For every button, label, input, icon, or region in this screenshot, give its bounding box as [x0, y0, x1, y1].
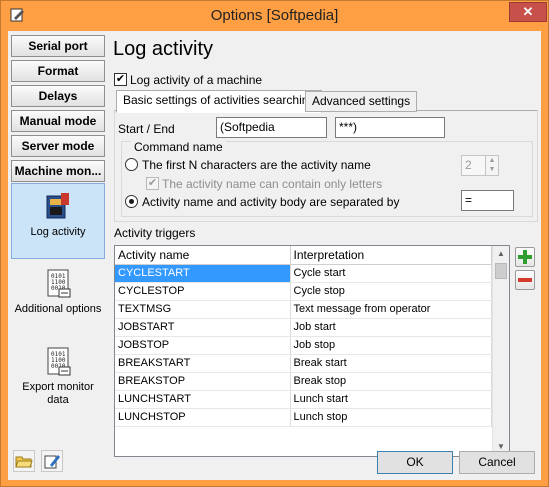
log-activity-checkbox[interactable]: ✔ [114, 73, 127, 86]
nav-server-mode[interactable]: Server mode [11, 135, 105, 157]
letters-only-label: The activity name can contain only lette… [162, 177, 383, 191]
first-n-chars-label: The first N characters are the activity … [142, 158, 371, 172]
activity-name-cell[interactable]: JOBSTART [115, 318, 291, 337]
activity-name-cell[interactable]: CYCLESTOP [115, 282, 291, 301]
tab-advanced-settings[interactable]: Advanced settings [305, 91, 418, 112]
activity-name-cell[interactable]: LUNCHSTART [115, 390, 291, 409]
nav-machine-monitor[interactable]: Machine mon... [11, 160, 105, 182]
binary-document-icon: 0101 1100 0010 [47, 269, 71, 298]
minus-icon [518, 278, 532, 282]
options-client-area: Serial port Format Delays Manual mode Se… [8, 31, 541, 480]
cancel-button[interactable]: Cancel [459, 451, 535, 474]
plus-icon [518, 250, 532, 264]
interpretation-cell[interactable]: Text message from operator [290, 300, 492, 319]
interpretation-cell[interactable]: Break start [290, 354, 492, 373]
page-title: Log activity [113, 38, 214, 60]
table-row[interactable]: TEXTMSG Text message from operator [115, 300, 492, 319]
close-button[interactable]: ✕ [509, 2, 547, 22]
nav-export-monitor-data[interactable]: 0101 1100 0010 Export monitor data [11, 339, 105, 415]
nav-manual-mode[interactable]: Manual mode [11, 110, 105, 132]
table-row[interactable]: CYCLESTART Cycle start [115, 264, 492, 283]
activity-name-cell[interactable]: TEXTMSG [115, 300, 291, 319]
binary-export-icon: 0101 1100 0010 [47, 347, 71, 376]
activity-name-cell[interactable]: JOBSTOP [115, 336, 291, 355]
scrollbar-thumb[interactable] [495, 263, 507, 279]
tab-basic-settings[interactable]: Basic settings of activities searching [116, 90, 323, 113]
add-trigger-button[interactable] [515, 247, 535, 267]
activity-triggers-table[interactable]: Activity name Interpretation CYCLESTART C… [114, 245, 510, 457]
start-end-label: Start / End [118, 122, 175, 136]
start-marker-field[interactable]: (Softpedia [216, 117, 327, 138]
table-row[interactable]: BREAKSTOP Break stop [115, 372, 492, 391]
activity-name-cell[interactable]: BREAKSTART [115, 354, 291, 373]
interpretation-cell[interactable]: Job start [290, 318, 492, 337]
table-row[interactable]: CYCLESTOP Cycle stop [115, 282, 492, 301]
separator-radio[interactable] [125, 195, 138, 208]
nav-export-monitor-data-label: Export monitor data [22, 381, 94, 406]
nav-log-activity[interactable]: Log activity [11, 183, 105, 259]
options-window: Options [Softpedia] ✕ Serial port Format… [0, 0, 549, 487]
letters-only-checkbox[interactable]: ✔ [146, 177, 159, 190]
nav-additional-options[interactable]: 0101 1100 0010 Additional options [11, 261, 105, 337]
log-activity-checkbox-label: Log activity of a machine [130, 73, 263, 87]
column-activity-name[interactable]: Activity name [115, 246, 291, 265]
remove-trigger-button[interactable] [515, 270, 535, 290]
table-row[interactable]: BREAKSTART Break start [115, 354, 492, 373]
nav-log-activity-label: Log activity [30, 226, 86, 238]
column-interpretation[interactable]: Interpretation [290, 246, 492, 265]
table-row[interactable]: LUNCHSTART Lunch start [115, 390, 492, 409]
activity-name-cell[interactable]: CYCLESTART [115, 264, 291, 283]
title-bar[interactable]: Options [Softpedia] ✕ [1, 1, 548, 31]
open-folder-button[interactable] [13, 450, 35, 472]
interpretation-cell[interactable]: Lunch stop [290, 408, 492, 427]
table-row[interactable]: LUNCHSTOP Lunch stop [115, 408, 492, 427]
interpretation-cell[interactable]: Cycle stop [290, 282, 492, 301]
separator-input[interactable]: = [461, 190, 514, 211]
table-row[interactable]: JOBSTART Job start [115, 318, 492, 337]
nav-serial-port[interactable]: Serial port [11, 35, 105, 57]
separator-label: Activity name and activity body are sepa… [142, 195, 400, 209]
nav-additional-options-label: Additional options [14, 303, 102, 315]
interpretation-cell[interactable]: Lunch start [290, 390, 492, 409]
edit-button[interactable] [41, 450, 63, 472]
nav-format[interactable]: Format [11, 60, 105, 82]
ok-button[interactable]: OK [377, 451, 453, 474]
interpretation-cell[interactable]: Break stop [290, 372, 492, 391]
activity-triggers-label: Activity triggers [114, 226, 196, 240]
folder-icon [15, 456, 33, 468]
window-title: Options [Softpedia] [210, 7, 339, 24]
interpretation-cell[interactable]: Job stop [290, 336, 492, 355]
activity-name-cell[interactable]: BREAKSTOP [115, 372, 291, 391]
end-marker-field[interactable]: ***) [335, 117, 445, 138]
interpretation-cell[interactable]: Cycle start [290, 264, 492, 283]
table-row[interactable]: JOBSTOP Job stop [115, 336, 492, 355]
activity-name-cell[interactable]: LUNCHSTOP [115, 408, 291, 427]
n-chars-stepper[interactable]: ▲ ▼ [485, 155, 499, 176]
pencil-icon [44, 455, 60, 469]
nav-delays[interactable]: Delays [11, 85, 105, 107]
log-activity-icon [46, 193, 69, 219]
command-name-group-title: Command name [131, 140, 226, 154]
table-scrollbar[interactable]: ▲ ▼ [492, 246, 509, 456]
scroll-up-icon[interactable]: ▲ [493, 246, 509, 262]
first-n-chars-radio[interactable] [125, 158, 138, 171]
